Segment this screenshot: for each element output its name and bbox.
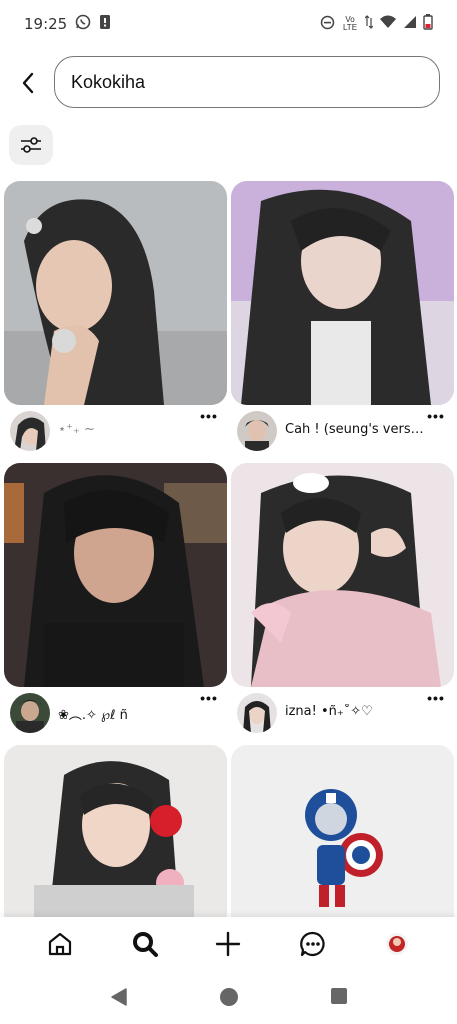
nav-search[interactable] (128, 927, 162, 961)
wifi-icon (379, 15, 397, 33)
whatsapp-icon (75, 14, 91, 34)
home-icon (48, 932, 72, 956)
signal-icon (403, 15, 417, 33)
search-input[interactable]: Kokokiha (54, 56, 440, 108)
nav-messages[interactable] (296, 927, 330, 961)
pin-meta: ❀︵.✧ ℘ℓ ñ ••• (4, 691, 227, 737)
volte-indicator: Vo LTE (342, 15, 358, 32)
recents-square-icon (331, 988, 347, 1004)
back-button[interactable] (12, 66, 44, 100)
status-bar: 19:25 Vo LTE (0, 0, 457, 48)
pin-caption: izna! •ñ₊˚✧♡ (285, 704, 373, 719)
avatar[interactable] (10, 693, 50, 733)
avatar[interactable] (237, 411, 277, 451)
system-recents-button[interactable] (330, 987, 348, 1010)
pin-meta: Cah ! (seung's versio... ••• (231, 409, 454, 455)
pin-image[interactable] (4, 181, 227, 405)
notification-icon (99, 14, 111, 34)
messages-icon (300, 931, 325, 957)
pin-image[interactable] (4, 745, 227, 917)
more-options-icon[interactable]: ••• (197, 691, 221, 709)
pin-caption: ⋆⁺₊ ~ (58, 422, 95, 437)
search-query: Kokokiha (71, 71, 146, 92)
back-triangle-icon (111, 988, 127, 1006)
pin-caption: Cah ! (seung's versio... (285, 422, 425, 437)
pin-card[interactable] (4, 745, 227, 917)
sliders-icon (21, 137, 41, 153)
more-options-icon[interactable]: ••• (424, 409, 448, 427)
filter-button[interactable] (9, 125, 53, 165)
pin-image[interactable] (4, 463, 227, 687)
battery-icon (423, 14, 433, 34)
pin-card[interactable]: ❀︵.✧ ℘ℓ ñ ••• (4, 463, 227, 743)
pin-card[interactable] (231, 745, 454, 917)
system-home-button[interactable] (219, 987, 239, 1012)
search-icon (133, 932, 158, 957)
do-not-disturb-icon (320, 15, 335, 34)
bottom-nav (0, 917, 457, 971)
pin-caption: ❀︵.✧ ℘ℓ ñ (58, 708, 128, 723)
more-options-icon[interactable]: ••• (424, 691, 448, 709)
avatar[interactable] (237, 693, 277, 733)
system-nav (0, 971, 457, 1024)
data-arrows-icon (364, 15, 374, 33)
nav-profile[interactable] (380, 927, 414, 961)
pin-card[interactable]: izna! •ñ₊˚✧♡ ••• (231, 463, 454, 743)
home-circle-icon (220, 988, 238, 1006)
pin-card[interactable]: Cah ! (seung's versio... ••• (231, 181, 454, 461)
system-back-button[interactable] (110, 987, 128, 1012)
pin-meta: izna! •ñ₊˚✧♡ ••• (231, 691, 454, 737)
nav-create[interactable] (211, 927, 245, 961)
clock: 19:25 (24, 15, 68, 33)
pin-image[interactable] (231, 181, 454, 405)
pin-image[interactable] (231, 463, 454, 687)
profile-avatar (386, 933, 408, 955)
more-options-icon[interactable]: ••• (197, 409, 221, 427)
nav-home[interactable] (43, 927, 77, 961)
plus-icon (215, 931, 241, 957)
pin-card[interactable]: ⋆⁺₊ ~ ••• (4, 181, 227, 461)
pin-image[interactable] (231, 745, 454, 917)
pin-meta: ⋆⁺₊ ~ ••• (4, 409, 227, 455)
avatar[interactable] (10, 411, 50, 451)
chevron-left-icon (22, 72, 34, 94)
search-header: Kokokiha (0, 56, 457, 112)
